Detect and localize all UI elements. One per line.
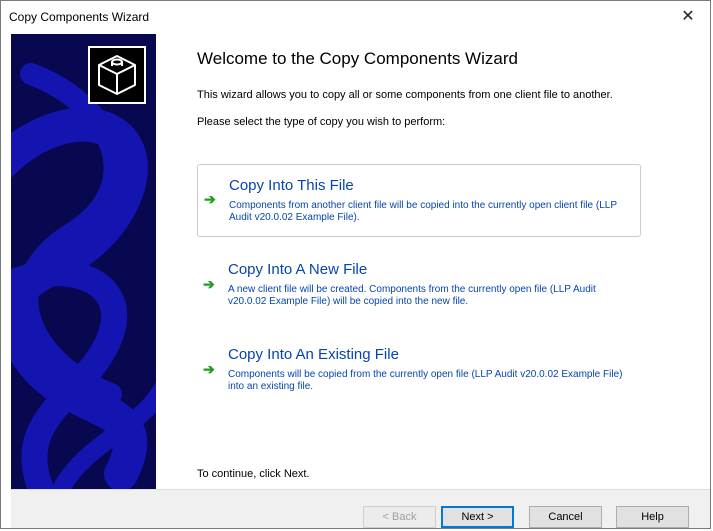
option-title[interactable]: Copy Into An Existing File (228, 346, 399, 363)
option-copy-into-this-file[interactable]: ➔ Copy Into This File Components from an… (197, 164, 641, 237)
page-title: Welcome to the Copy Components Wizard (197, 49, 518, 68)
intro-text: This wizard allows you to copy all or so… (197, 89, 613, 101)
option-title[interactable]: Copy Into This File (229, 177, 354, 194)
help-button[interactable]: Help (616, 506, 689, 528)
cube-logo-icon (88, 46, 146, 104)
window-title: Copy Components Wizard (9, 10, 150, 24)
select-prompt: Please select the type of copy you wish … (197, 116, 446, 128)
green-arrow-icon: ➔ (204, 191, 216, 207)
back-button[interactable]: < Back (363, 506, 436, 528)
option-description: Components will be copied from the curre… (228, 369, 623, 392)
wizard-window: Copy Components Wizard ✕ Welcome to the … (0, 0, 711, 529)
wizard-banner (11, 34, 156, 489)
continue-hint: To continue, click Next. (197, 468, 310, 480)
next-button[interactable]: Next > (441, 506, 514, 528)
option-description: Components from another client file will… (229, 200, 617, 223)
green-arrow-icon: ➔ (203, 276, 215, 292)
option-copy-into-new-file[interactable]: ➔ Copy Into A New File A new client file… (197, 252, 641, 322)
title-bar[interactable]: Copy Components Wizard ✕ (1, 1, 710, 34)
wizard-content: Welcome to the Copy Components Wizard Th… (156, 34, 710, 489)
option-description: A new client file will be created. Compo… (228, 284, 596, 307)
close-icon[interactable]: ✕ (670, 4, 706, 30)
option-copy-into-existing-file[interactable]: ➔ Copy Into An Existing File Components … (197, 337, 641, 407)
option-title[interactable]: Copy Into A New File (228, 261, 367, 278)
cancel-button[interactable]: Cancel (529, 506, 602, 528)
button-bar: < Back Next > Cancel Help (11, 489, 710, 528)
green-arrow-icon: ➔ (203, 361, 215, 377)
